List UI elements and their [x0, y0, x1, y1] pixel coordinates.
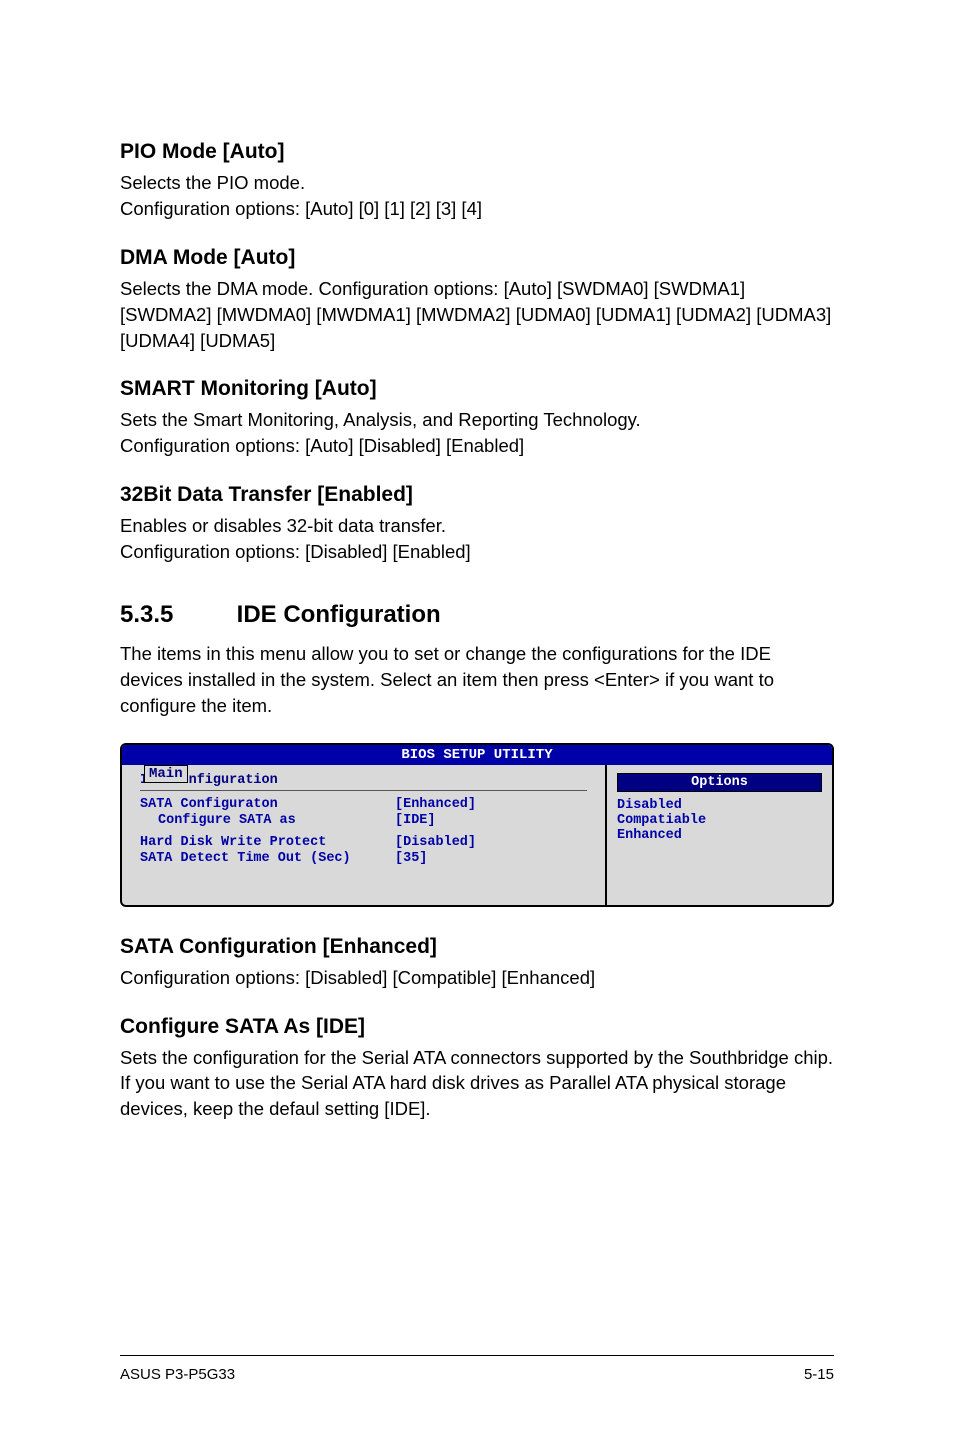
- dma-mode-heading: DMA Mode [Auto]: [120, 246, 834, 270]
- bios-option-disabled[interactable]: Disabled: [617, 798, 822, 813]
- dt-line2: Configuration options: [Disabled] [Enabl…: [120, 541, 471, 562]
- dt-line1: Enables or disables 32-bit data transfer…: [120, 515, 446, 536]
- ide-config-section-num: 5.3.5: [120, 601, 230, 629]
- bios-title-bar: BIOS SETUP UTILITY: [122, 745, 832, 765]
- data-transfer-heading: 32Bit Data Transfer [Enabled]: [120, 483, 834, 507]
- sata-config-body: Configuration options: [Disabled] [Compa…: [120, 965, 834, 991]
- pio-mode-body: Selects the PIO mode. Configuration opti…: [120, 170, 834, 222]
- bios-left-panel: IDE Configuration SATA Configuraton [Enh…: [122, 765, 607, 905]
- smart-line1: Sets the Smart Monitoring, Analysis, and…: [120, 409, 641, 430]
- ide-config-section-heading: 5.3.5 IDE Configuration: [120, 601, 834, 629]
- sata-config-heading: SATA Configuration [Enhanced]: [120, 935, 834, 959]
- bios-row-hd-write-protect[interactable]: Hard Disk Write Protect [Disabled]: [140, 835, 587, 850]
- smart-line2: Configuration options: [Auto] [Disabled]…: [120, 435, 524, 456]
- configure-sata-as-body: Sets the configuration for the Serial AT…: [120, 1045, 834, 1123]
- smart-monitoring-body: Sets the Smart Monitoring, Analysis, and…: [120, 407, 834, 459]
- smart-monitoring-heading: SMART Monitoring [Auto]: [120, 377, 834, 401]
- bios-label-hd-write-protect: Hard Disk Write Protect: [140, 835, 395, 850]
- bios-row-sata-config[interactable]: SATA Configuraton [Enhanced]: [140, 797, 587, 812]
- bios-option-enhanced[interactable]: Enhanced: [617, 828, 822, 843]
- bios-label-sata-config: SATA Configuraton: [140, 797, 395, 812]
- ide-config-section-title: IDE Configuration: [237, 601, 441, 628]
- bios-right-panel: Options Disabled Compatiable Enhanced: [607, 765, 832, 905]
- page-footer: ASUS P3-P5G33 5-15: [120, 1355, 834, 1383]
- bios-options-header: Options: [617, 773, 822, 792]
- bios-window: BIOS SETUP UTILITY Main IDE Configuratio…: [120, 743, 834, 907]
- bios-value-configure-sata-as: [IDE]: [395, 813, 436, 828]
- bios-value-hd-write-protect: [Disabled]: [395, 835, 476, 850]
- bios-option-compatible[interactable]: Compatiable: [617, 813, 822, 828]
- footer-right: 5-15: [804, 1366, 834, 1383]
- pio-mode-line2: Configuration options: [Auto] [0] [1] [2…: [120, 198, 482, 219]
- ide-config-section-body: The items in this menu allow you to set …: [120, 641, 834, 719]
- bios-main-tab[interactable]: Main: [144, 765, 188, 783]
- pio-mode-heading: PIO Mode [Auto]: [120, 140, 834, 164]
- pio-mode-line1: Selects the PIO mode.: [120, 172, 305, 193]
- data-transfer-body: Enables or disables 32-bit data transfer…: [120, 513, 834, 565]
- footer-left: ASUS P3-P5G33: [120, 1366, 235, 1383]
- bios-label-sata-timeout: SATA Detect Time Out (Sec): [140, 851, 395, 866]
- bios-row-sata-timeout[interactable]: SATA Detect Time Out (Sec) [35]: [140, 851, 587, 866]
- bios-label-configure-sata-as: Configure SATA as: [140, 813, 395, 828]
- bios-body: IDE Configuration SATA Configuraton [Enh…: [122, 765, 832, 905]
- bios-row-configure-sata-as[interactable]: Configure SATA as [IDE]: [140, 813, 587, 828]
- dma-mode-body: Selects the DMA mode. Configuration opti…: [120, 276, 834, 354]
- bios-value-sata-config: [Enhanced]: [395, 797, 476, 812]
- configure-sata-as-heading: Configure SATA As [IDE]: [120, 1015, 834, 1039]
- bios-value-sata-timeout: [35]: [395, 851, 427, 866]
- bios-ide-header: IDE Configuration: [140, 773, 587, 791]
